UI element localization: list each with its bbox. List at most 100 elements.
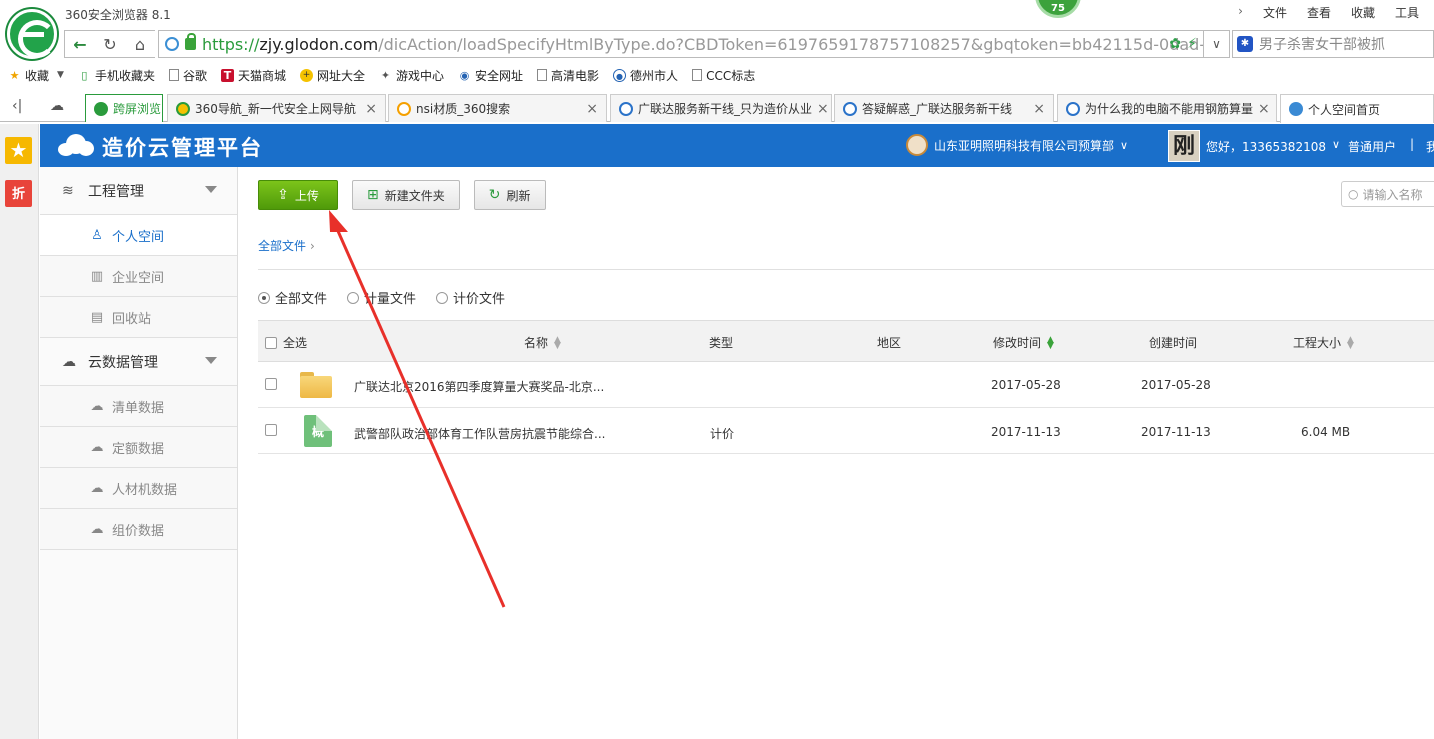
cloud-logo-icon	[58, 134, 94, 156]
url-text[interactable]: https://zjy.glodon.com/dicAction/loadSpe…	[202, 35, 1203, 54]
company-switcher[interactable]: 山东亚明照明科技有限公司预算部 ∨	[906, 134, 1128, 156]
address-bar[interactable]: https://zjy.glodon.com/dicAction/loadSpe…	[158, 30, 1204, 58]
browser-logo-icon[interactable]	[7, 9, 57, 59]
cloud-outline-icon[interactable]: ☁	[50, 98, 64, 114]
cloud-icon	[1289, 102, 1303, 116]
radio-icon	[258, 291, 270, 304]
bookmark-nav[interactable]: + 网址大全	[299, 67, 365, 84]
menu-tools[interactable]: 工具	[1395, 4, 1419, 21]
search-placeholder: 请输入名称	[1362, 187, 1423, 202]
breadcrumb-all-files[interactable]: 全部文件	[258, 239, 306, 253]
new-folder-button[interactable]: ⊞ 新建文件夹	[352, 180, 460, 210]
header-my-link[interactable]: 我	[1426, 138, 1434, 155]
tab-nsi-search[interactable]: nsi材质_360搜索 ×	[388, 94, 607, 122]
close-icon[interactable]: ×	[586, 101, 598, 117]
menu-favorites[interactable]: 收藏	[1351, 4, 1375, 21]
lightning-icon[interactable]: ⚡	[1187, 36, 1197, 52]
tab-rebar-question[interactable]: 为什么我的电脑不能用钢筋算量 ×	[1057, 94, 1277, 122]
tab-scroll-left-icon[interactable]: ‹|	[12, 98, 22, 114]
sort-icon[interactable]: ▲ ▼	[554, 335, 561, 350]
tab-cross-screen[interactable]: 跨屏浏览	[85, 94, 163, 122]
sidebar-item-quota-data[interactable]: ☁ 定额数据	[40, 427, 237, 468]
sort-desc-icon[interactable]: ▲ ▼	[1047, 335, 1054, 350]
close-icon[interactable]: ×	[817, 101, 829, 117]
file-name[interactable]: 武警部队政治部体育工作队营房抗震节能综合...	[354, 425, 605, 442]
file-created: 2017-05-28	[1141, 378, 1211, 392]
user-type[interactable]: 普通用户	[1348, 138, 1396, 155]
divider	[258, 269, 1434, 270]
user-menu[interactable]: 您好，13365382108 ∨	[1206, 138, 1340, 155]
bookmark-favorites[interactable]: ★ 收藏 ▼	[8, 67, 64, 84]
file-name[interactable]: 广联达北京2016第四季度算量大赛奖品-北京...	[354, 378, 604, 395]
ie-icon	[619, 101, 633, 116]
row-checkbox[interactable]	[265, 378, 277, 390]
sidebar-group-project[interactable]: ≋ 工程管理	[40, 167, 237, 215]
col-name[interactable]: 名称 ▲ ▼	[524, 334, 561, 351]
col-size[interactable]: 工程大小 ▲ ▼	[1293, 334, 1354, 351]
building-icon: ▥	[90, 268, 104, 284]
sidebar-item-labor-material-data[interactable]: ☁ 人材机数据	[40, 468, 237, 509]
bookmark-games[interactable]: ✦ 游戏中心	[379, 67, 444, 84]
sidebar-group-cloud-data[interactable]: ☁ 云数据管理	[40, 338, 237, 386]
filter-pricing-files[interactable]: 计价文件	[436, 288, 505, 307]
filter-measure-files[interactable]: 计量文件	[347, 288, 416, 307]
caret-down-icon[interactable]: ▼	[57, 70, 64, 80]
game-icon: ✦	[380, 68, 391, 82]
filter-all-files[interactable]: 全部文件	[258, 288, 327, 307]
close-icon[interactable]: ×	[365, 101, 377, 117]
tab-glodon-service[interactable]: 广联达服务新干线_只为造价从业 ×	[610, 94, 832, 122]
avatar[interactable]: 刚	[1168, 130, 1200, 162]
refresh-icon: ↻	[488, 187, 501, 203]
tab-qa[interactable]: 答疑解惑_广联达服务新干线 ×	[834, 94, 1054, 122]
bookmark-tmall[interactable]: T 天猫商城	[220, 67, 286, 84]
breadcrumb[interactable]: 全部文件 ›	[258, 237, 315, 254]
bookmark-dezhou[interactable]: ● 德州市人	[613, 67, 678, 84]
tab-360-nav[interactable]: 360导航_新一代安全上网导航 ×	[167, 94, 386, 122]
file-search-input[interactable]: ○ 请输入名称	[1341, 181, 1434, 207]
sidebar-item-bill-data[interactable]: ☁ 清单数据	[40, 386, 237, 427]
home-button[interactable]: ⌂	[125, 31, 155, 57]
doc-icon	[537, 69, 548, 81]
row-checkbox[interactable]	[265, 424, 277, 436]
chevron-down-icon[interactable]: ∨	[1204, 30, 1230, 58]
table-row[interactable]: 广联达北京2016第四季度算量大赛奖品-北京... 2017-05-28 201…	[258, 362, 1434, 408]
close-icon[interactable]: ×	[1033, 101, 1045, 117]
cloud-data-icon: ☁	[62, 353, 76, 370]
side-strip: ★ 折	[0, 124, 39, 739]
bookmark-safe[interactable]: ◉ 安全网址	[458, 67, 523, 84]
bookmark-google[interactable]: 谷歌	[168, 67, 207, 84]
nav-360-icon: +	[299, 68, 313, 82]
bookmarks-bar: ★ 收藏 ▼ ▯ 手机收藏夹 谷歌 T 天猫商城 + 网址大全 ✦ 游戏中心 ◉ 安全网址 高…	[0, 62, 1434, 88]
sidebar-item-pricing-data[interactable]: ☁ 组价数据	[40, 509, 237, 550]
reload-button[interactable]: ↻	[95, 31, 125, 57]
checkbox-icon[interactable]	[265, 336, 277, 349]
tab-personal-space[interactable]: 个人空间首页	[1280, 94, 1434, 123]
folder-icon	[300, 372, 332, 398]
radio-icon	[436, 291, 449, 304]
menu-file[interactable]: 文件	[1263, 4, 1287, 21]
select-all[interactable]: 全选	[265, 334, 307, 351]
tab-strip: ‹| ☁ 跨屏浏览 360导航_新一代安全上网导航 × nsi材质_360搜索 × …	[0, 94, 1434, 123]
discount-icon[interactable]: 折	[5, 180, 32, 207]
menu-view[interactable]: 查看	[1307, 4, 1331, 21]
sidebar-item-recycle-bin[interactable]: ▤ 回收站	[40, 297, 237, 338]
score-badge[interactable]: 75	[1035, 0, 1081, 18]
refresh-button[interactable]: ↻ 刷新	[473, 180, 546, 210]
back-button[interactable]: ←	[65, 31, 95, 57]
star-icon[interactable]: ★	[5, 137, 32, 164]
lock-icon	[185, 33, 196, 50]
close-icon[interactable]: ×	[1258, 101, 1270, 117]
table-row[interactable]: 概 武警部队政治部体育工作队营房抗震节能综合... 计价 2017-11-13 …	[258, 408, 1434, 454]
bookmark-movies[interactable]: 高清电影	[537, 67, 599, 84]
upload-button[interactable]: ⇪ 上传	[258, 180, 338, 210]
bookmark-ccc[interactable]: CCC标志	[692, 67, 755, 84]
nav-buttons: ← ↻ ⌂	[64, 30, 155, 58]
bookmark-mobile[interactable]: ▯ 手机收藏夹	[78, 67, 155, 84]
sidebar-item-enterprise-space[interactable]: ▥ 企业空间	[40, 256, 237, 297]
sidebar-item-personal-space[interactable]: ♙ 个人空间	[40, 215, 237, 256]
browser-search-input[interactable]: ✱ 男子杀害女干部被抓	[1232, 30, 1434, 58]
sort-icon[interactable]: ▲ ▼	[1347, 335, 1354, 350]
gear-flower-icon[interactable]: ✿	[1169, 36, 1181, 52]
chevron-right-icon[interactable]: ›	[1238, 4, 1243, 21]
col-modified[interactable]: 修改时间 ▲ ▼	[993, 334, 1054, 351]
